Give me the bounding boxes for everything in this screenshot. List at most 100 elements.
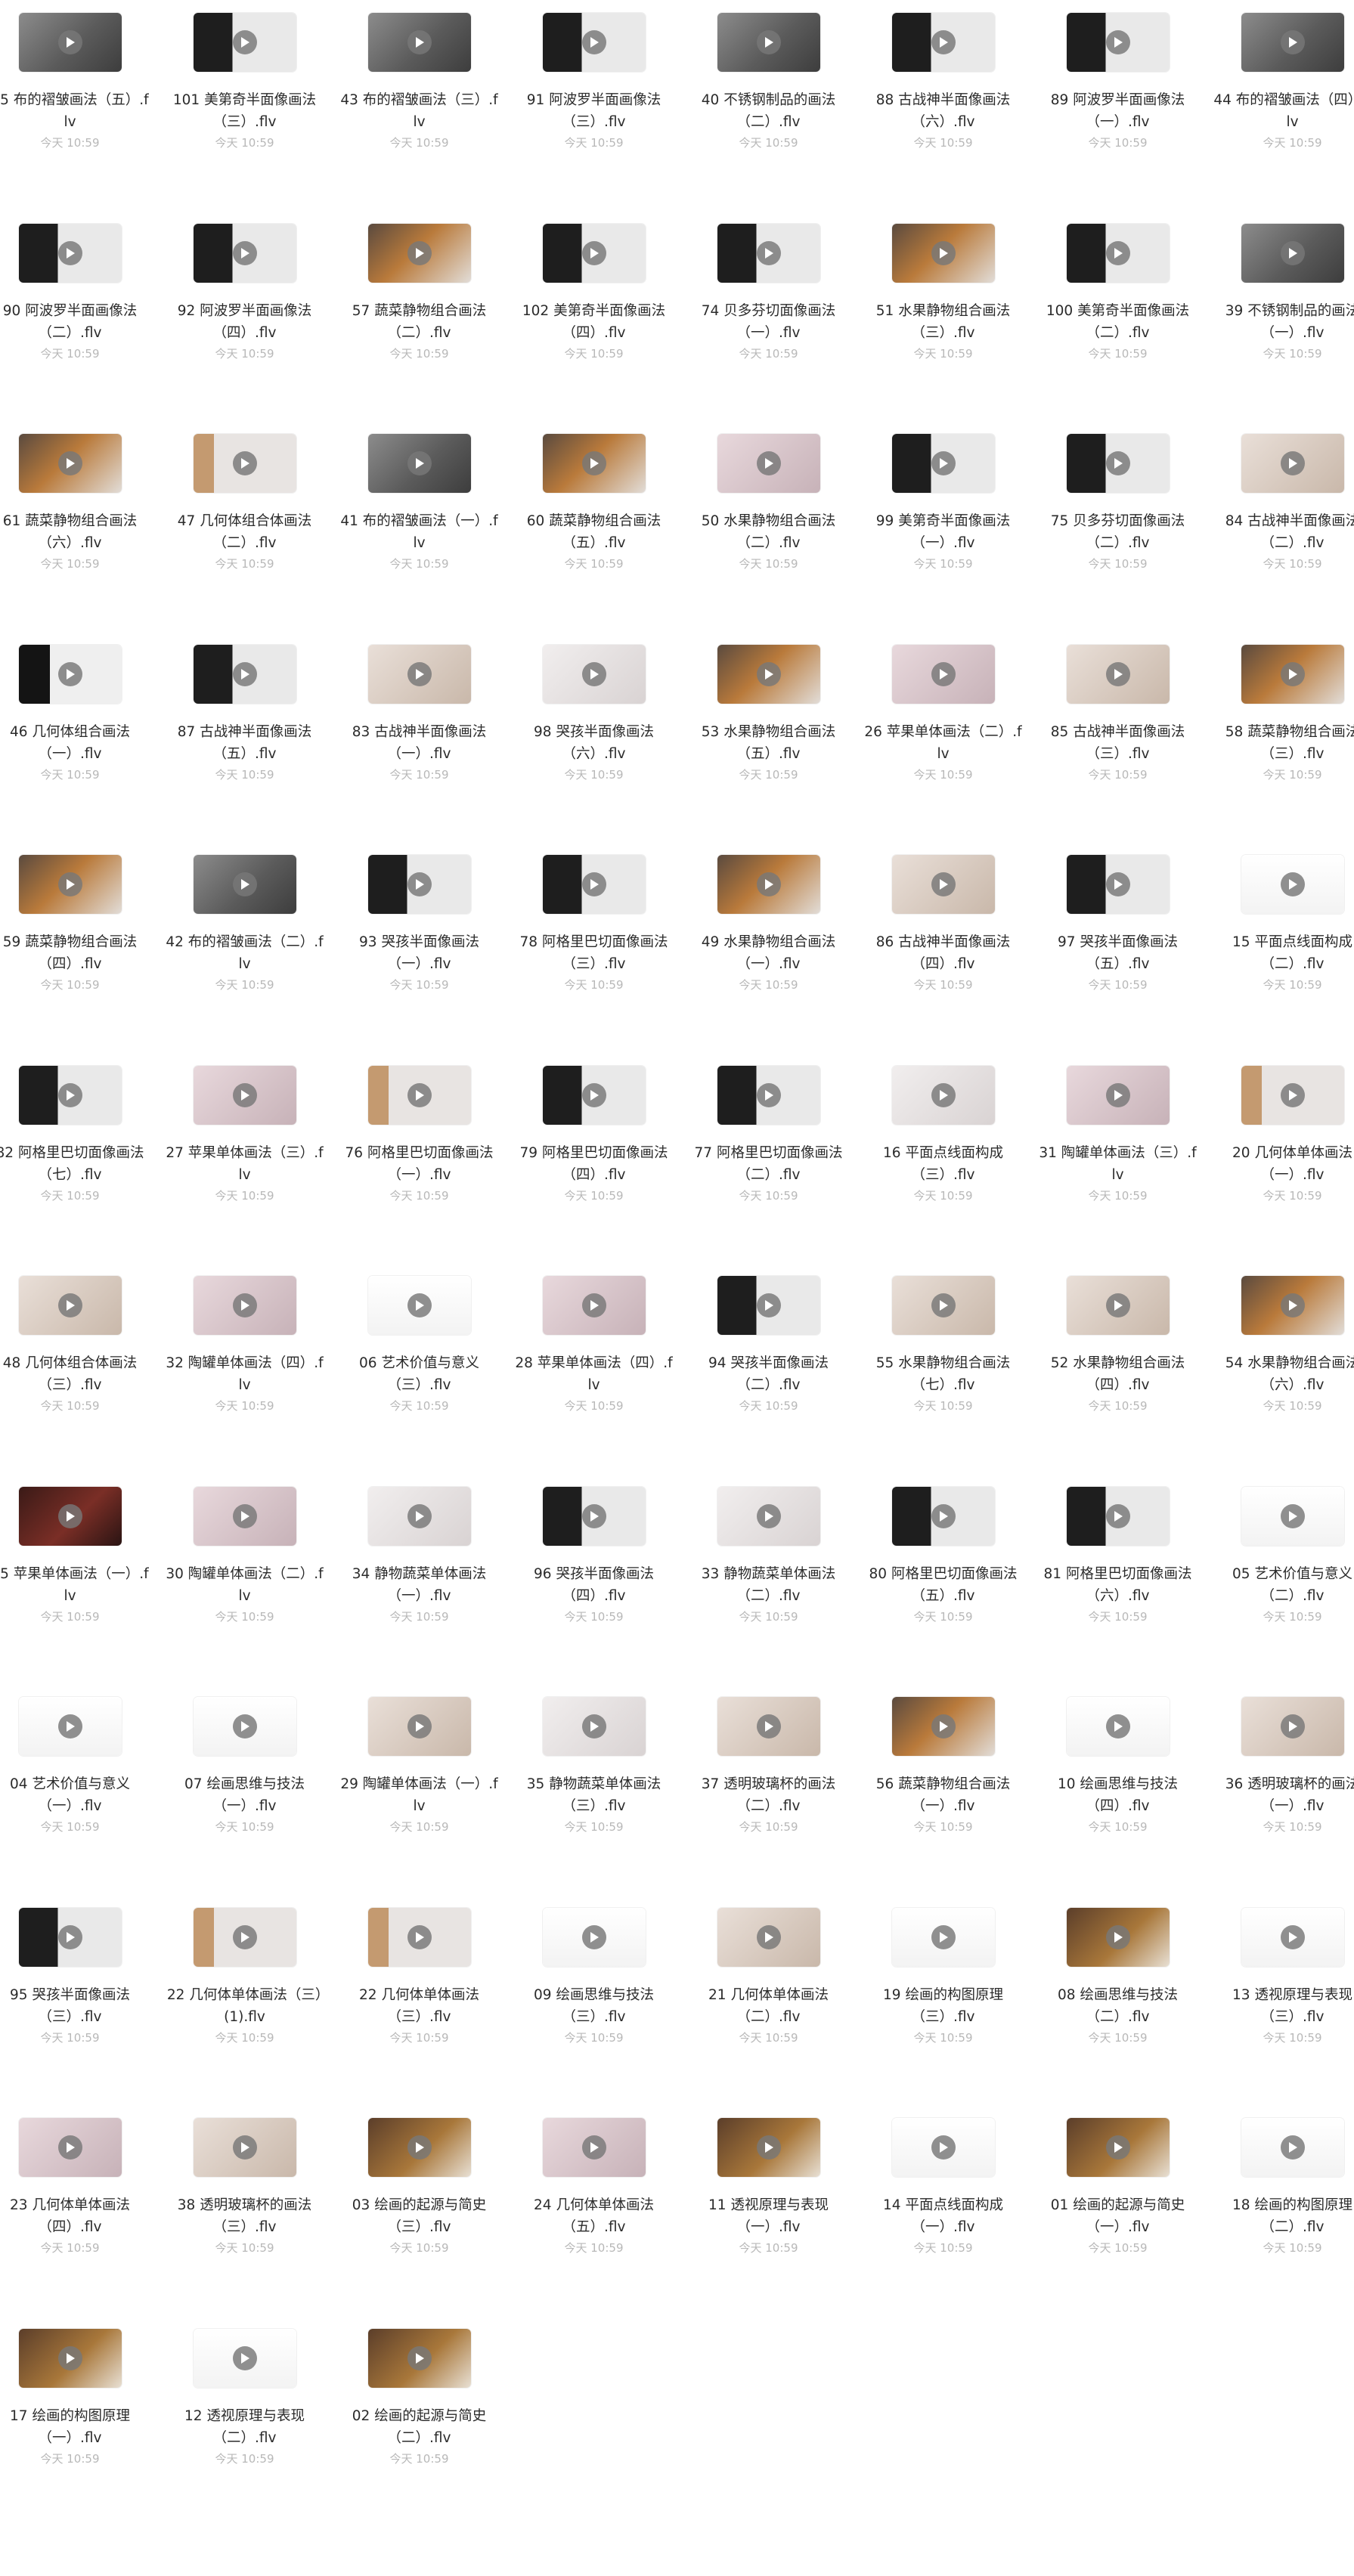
video-file-item[interactable]: 80 阿格里巴切面像画法（五）.flv 今天 10:59 (855, 1475, 1031, 1672)
video-file-item[interactable]: 99 美第奇半面像画法（一）.flv 今天 10:59 (855, 423, 1031, 619)
play-icon[interactable] (931, 1503, 956, 1528)
video-thumbnail[interactable] (717, 2118, 820, 2177)
video-thumbnail[interactable] (891, 1486, 995, 1546)
video-thumbnail[interactable] (1241, 1697, 1344, 1756)
play-icon[interactable] (57, 451, 82, 475)
video-thumbnail[interactable] (18, 1276, 122, 1335)
video-thumbnail[interactable] (18, 644, 122, 704)
video-thumbnail[interactable] (891, 1907, 995, 1967)
play-icon[interactable] (581, 1714, 606, 1738)
play-icon[interactable] (1280, 240, 1305, 265)
video-file-item[interactable]: 89 阿波罗半面画像法（一）.flv 今天 10:59 (1030, 2, 1206, 198)
play-icon[interactable] (1105, 1293, 1130, 1317)
video-thumbnail[interactable] (193, 2118, 296, 2177)
video-thumbnail[interactable] (542, 13, 646, 72)
video-file-item[interactable]: 39 不锈钢制品的画法（一）.flv 今天 10:59 (1204, 212, 1354, 409)
video-thumbnail[interactable] (18, 223, 122, 283)
video-thumbnail[interactable] (891, 13, 995, 72)
video-file-item[interactable]: 88 古战神半面像画法（六）.flv 今天 10:59 (855, 2, 1031, 198)
video-thumbnail[interactable] (193, 1486, 296, 1546)
play-icon[interactable] (407, 872, 432, 896)
play-icon[interactable] (407, 2345, 432, 2370)
video-thumbnail[interactable] (1066, 644, 1170, 704)
video-thumbnail[interactable] (193, 1276, 296, 1335)
video-thumbnail[interactable] (1241, 1486, 1344, 1546)
video-file-item[interactable]: 101 美第奇半面像画法（三）.flv 今天 10:59 (156, 2, 333, 198)
play-icon[interactable] (57, 30, 82, 54)
video-thumbnail[interactable] (1066, 434, 1170, 493)
video-thumbnail[interactable] (193, 1697, 296, 1756)
play-icon[interactable] (1280, 451, 1305, 475)
video-thumbnail[interactable] (367, 855, 471, 914)
video-file-item[interactable]: 74 贝多芬切面像画法（一）.flv 今天 10:59 (680, 212, 857, 409)
video-thumbnail[interactable] (891, 855, 995, 914)
video-thumbnail[interactable] (1066, 855, 1170, 914)
video-thumbnail[interactable] (542, 1276, 646, 1335)
video-file-item[interactable]: 29 陶罐单体画法（一）.flv 今天 10:59 (331, 1686, 507, 1882)
video-thumbnail[interactable] (717, 1276, 820, 1335)
video-thumbnail[interactable] (193, 644, 296, 704)
video-file-item[interactable]: 36 透明玻璃杯的画法（一）.flv 今天 10:59 (1204, 1686, 1354, 1882)
play-icon[interactable] (232, 2345, 257, 2370)
video-file-item[interactable]: 46 几何体组合画法（一）.flv 今天 10:59 (0, 633, 158, 830)
video-thumbnail[interactable] (367, 1065, 471, 1125)
video-thumbnail[interactable] (717, 434, 820, 493)
play-icon[interactable] (581, 1503, 606, 1528)
play-icon[interactable] (1105, 30, 1130, 54)
video-file-item[interactable]: 55 水果静物组合画法（七）.flv 今天 10:59 (855, 1265, 1031, 1461)
play-icon[interactable] (232, 661, 257, 686)
play-icon[interactable] (232, 240, 257, 265)
video-file-item[interactable]: 60 蔬菜静物组合画法（五）.flv 今天 10:59 (506, 423, 682, 619)
video-thumbnail[interactable] (1241, 434, 1344, 493)
play-icon[interactable] (581, 240, 606, 265)
play-icon[interactable] (407, 1714, 432, 1738)
video-thumbnail[interactable] (717, 223, 820, 283)
play-icon[interactable] (931, 451, 956, 475)
video-file-item[interactable]: 58 蔬菜静物组合画法（三）.flv 今天 10:59 (1204, 633, 1354, 830)
play-icon[interactable] (1105, 2135, 1130, 2160)
video-thumbnail[interactable] (193, 13, 296, 72)
video-file-item[interactable]: 31 陶罐单体画法（三）.flv 今天 10:59 (1030, 1054, 1206, 1251)
play-icon[interactable] (931, 240, 956, 265)
video-thumbnail[interactable] (891, 434, 995, 493)
play-icon[interactable] (57, 872, 82, 896)
video-thumbnail[interactable] (1066, 2118, 1170, 2177)
play-icon[interactable] (756, 1082, 781, 1107)
video-thumbnail[interactable] (717, 855, 820, 914)
video-thumbnail[interactable] (1066, 1907, 1170, 1967)
play-icon[interactable] (1280, 661, 1305, 686)
video-file-item[interactable]: 34 静物蔬菜单体画法（一）.flv 今天 10:59 (331, 1475, 507, 1672)
video-thumbnail[interactable] (717, 1065, 820, 1125)
play-icon[interactable] (756, 661, 781, 686)
video-file-item[interactable]: 27 苹果单体画法（三）.flv 今天 10:59 (156, 1054, 333, 1251)
video-thumbnail[interactable] (717, 1697, 820, 1756)
video-thumbnail[interactable] (367, 2118, 471, 2177)
video-file-item[interactable]: 07 绘画思维与技法（一）.flv 今天 10:59 (156, 1686, 333, 1882)
video-file-item[interactable]: 40 不锈钢制品的画法（二）.flv 今天 10:59 (680, 2, 857, 198)
video-thumbnail[interactable] (367, 434, 471, 493)
video-thumbnail[interactable] (1241, 1276, 1344, 1335)
video-thumbnail[interactable] (367, 644, 471, 704)
video-thumbnail[interactable] (1241, 1907, 1344, 1967)
video-thumbnail[interactable] (542, 855, 646, 914)
play-icon[interactable] (1280, 1082, 1305, 1107)
play-icon[interactable] (57, 2345, 82, 2370)
video-file-item[interactable]: 38 透明玻璃杯的画法（三）.flv 今天 10:59 (156, 2107, 333, 2303)
play-icon[interactable] (57, 1503, 82, 1528)
video-thumbnail[interactable] (193, 855, 296, 914)
play-icon[interactable] (232, 1924, 257, 1949)
video-file-item[interactable]: 100 美第奇半面像画法（二）.flv 今天 10:59 (1030, 212, 1206, 409)
video-thumbnail[interactable] (717, 644, 820, 704)
play-icon[interactable] (931, 30, 956, 54)
play-icon[interactable] (931, 2135, 956, 2160)
play-icon[interactable] (57, 1714, 82, 1738)
video-file-item[interactable]: 50 水果静物组合画法（二）.flv 今天 10:59 (680, 423, 857, 619)
video-thumbnail[interactable] (891, 1697, 995, 1756)
video-thumbnail[interactable] (1066, 1486, 1170, 1546)
play-icon[interactable] (581, 872, 606, 896)
play-icon[interactable] (581, 451, 606, 475)
play-icon[interactable] (1280, 2135, 1305, 2160)
video-thumbnail[interactable] (1066, 1065, 1170, 1125)
play-icon[interactable] (232, 2135, 257, 2160)
play-icon[interactable] (931, 1714, 956, 1738)
